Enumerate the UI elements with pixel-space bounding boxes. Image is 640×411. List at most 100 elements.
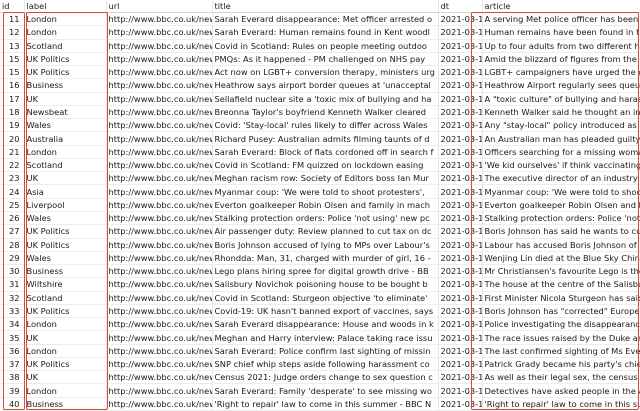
table-row[interactable]: 27UK Politicshttp://www.bbc.co.uk/news/\… [0,224,640,239]
table-row[interactable]: 37UK Politicshttp://www.bbc.co.uk/news/\… [0,357,640,372]
cell-label[interactable]: UK [24,92,107,106]
table-row[interactable]: 12Londonhttp://www.bbc.co.uk/news/\Sarah… [0,25,640,40]
table-row[interactable]: 30Businesshttp://www.bbc.co.uk/news/\Leg… [0,264,640,279]
cell-label[interactable]: Wales [24,211,107,226]
cell-id[interactable]: 40 [0,397,25,411]
cell-dt[interactable]: 2021-03-10 [438,158,483,173]
cell-label[interactable]: UK Politics [24,52,107,67]
cell-title[interactable]: Sellafield nuclear site a 'toxic mix of … [212,92,439,106]
cell-label[interactable]: Asia [24,184,107,199]
cell-id[interactable]: 35 [0,330,25,345]
table-row[interactable]: 24Asiahttp://www.bbc.co.uk/news/\Myanmar… [0,184,640,199]
cell-article[interactable]: 'Right to repair' law to come in this su… [482,397,640,411]
cell-url[interactable]: http://www.bbc.co.uk/news/\ [106,291,213,305]
cell-title[interactable]: Census 2021: Judge orders change to sex … [212,370,439,385]
cell-article[interactable]: Police investigating the disappearance o… [482,317,640,332]
table-row[interactable]: 17UKhttp://www.bbc.co.uk/news/\Sellafiel… [0,92,640,106]
cell-article[interactable]: A serving Met police officer has been ar… [482,12,640,27]
cell-title[interactable]: Sarah Everard: Human remains found in Ke… [212,25,439,40]
cell-id[interactable]: 20 [0,131,25,146]
cell-url[interactable]: http://www.bbc.co.uk/news/\ [106,397,213,411]
cell-dt[interactable]: 2021-03-10 [438,12,483,27]
cell-title[interactable]: PMQs: As it happened - PM challenged on … [212,52,439,67]
cell-dt[interactable]: 2021-03-10 [438,277,483,292]
cell-dt[interactable]: 2021-03-10 [438,330,483,345]
cell-url[interactable]: http://www.bbc.co.uk/news/\ [106,211,213,226]
table-row[interactable]: 25Liverpoolhttp://www.bbc.co.uk/news/\Ev… [0,198,640,212]
cell-title[interactable]: Rhondda: Man, 31, charged with murder of… [212,251,439,266]
cell-title[interactable]: Meghan racism row: Society of Editors bo… [212,171,439,186]
cell-article[interactable]: Heathrow Airport regularly sees queues o [482,78,640,93]
cell-article[interactable]: An Australian man has pleaded guilty to … [482,131,640,146]
cell-id[interactable]: 34 [0,317,25,332]
cell-url[interactable]: http://www.bbc.co.uk/news/\ [106,383,213,398]
cell-url[interactable]: http://www.bbc.co.uk/news/\ [106,264,213,279]
cell-id[interactable]: 32 [0,291,25,305]
cell-dt[interactable]: 2021-03-10 [438,383,483,398]
cell-title[interactable]: Heathrow says airport border queues at '… [212,78,439,93]
cell-dt[interactable]: 2021-03-10 [438,251,483,266]
table-row[interactable]: 19Waleshttp://www.bbc.co.uk/news/\Covid:… [0,118,640,133]
table-row[interactable]: 36Londonhttp://www.bbc.co.uk/news/\Sarah… [0,344,640,358]
cell-title[interactable]: Covid in Scotland: FM quizzed on lockdow… [212,158,439,173]
cell-url[interactable]: http://www.bbc.co.uk/news/\ [106,184,213,199]
cell-label[interactable]: Business [24,264,107,279]
cell-id[interactable]: 25 [0,198,25,212]
table-row[interactable]: 20Australiahttp://www.bbc.co.uk/news/\Ri… [0,131,640,146]
cell-url[interactable]: http://www.bbc.co.uk/news/\ [106,12,213,27]
table-row[interactable]: 13Scotlandhttp://www.bbc.co.uk/news/\Cov… [0,39,640,53]
cell-article[interactable]: Patrick Grady became his party's chief w… [482,357,640,372]
cell-article[interactable]: Boris Johnson has said he wants to cut a… [482,224,640,239]
cell-article[interactable]: Labour has accused Boris Johnson of lyin… [482,238,640,252]
cell-dt[interactable]: 2021-03-10 [438,131,483,146]
cell-article[interactable]: A "toxic culture" of bullying and harass… [482,92,640,106]
cell-url[interactable]: http://www.bbc.co.uk/news/\ [106,158,213,173]
table-row[interactable]: 29Waleshttp://www.bbc.co.uk/news/\Rhondd… [0,251,640,266]
cell-label[interactable]: Scotland [24,158,107,173]
cell-article[interactable]: Detectives have asked people in the area [482,383,640,398]
table-row[interactable]: 40Businesshttp://www.bbc.co.uk/news/\ 'Ri… [0,397,640,411]
cell-article[interactable]: Human remains have been found in the se [482,25,640,40]
cell-dt[interactable]: 2021-03-10 [438,291,483,305]
cell-url[interactable]: http://www.bbc.co.uk/news/\ [106,198,213,212]
cell-url[interactable]: http://www.bbc.co.uk/news/\ [106,118,213,133]
cell-article[interactable]: The house at the centre of the Salisbury… [482,277,640,292]
cell-article[interactable]: Myanmar coup: 'We were told to shoot pr [482,184,640,199]
table-row[interactable]: 15UK Politicshttp://www.bbc.co.uk/news/\… [0,52,640,67]
cell-title[interactable]: Sarah Everard: Family 'desperate' to see… [212,383,439,398]
cell-article[interactable]: The executive director of an industry bo… [482,171,640,186]
cell-dt[interactable]: 2021-03-10 [438,52,483,67]
cell-label[interactable]: Business [24,397,107,411]
table-row[interactable]: 22Scotlandhttp://www.bbc.co.uk/news/\Cov… [0,158,640,173]
cell-dt[interactable]: 2021-03-10 [438,370,483,385]
cell-url[interactable]: http://www.bbc.co.uk/news/\ [106,92,213,106]
table-row[interactable]: 33UK Politicshttp://www.bbc.co.uk/news/\… [0,304,640,319]
cell-id[interactable]: 22 [0,158,25,173]
table-row[interactable]: 26Waleshttp://www.bbc.co.uk/news/\Stalki… [0,211,640,226]
cell-dt[interactable]: 2021-03-10 [438,145,483,159]
cell-url[interactable]: http://www.bbc.co.uk/news/\ [106,330,213,345]
cell-id[interactable]: 15 [0,65,25,80]
table-row[interactable]: 34Londonhttp://www.bbc.co.uk/news/\Sarah… [0,317,640,332]
cell-url[interactable]: http://www.bbc.co.uk/news/\ [106,52,213,67]
cell-title[interactable]: Salisbury Novichok poisoning house to be… [212,277,439,292]
cell-label[interactable]: UK Politics [24,357,107,372]
cell-label[interactable]: Wales [24,118,107,133]
cell-id[interactable]: 30 [0,264,25,279]
cell-title[interactable]: Stalking protection orders: Police 'not … [212,211,439,226]
cell-id[interactable]: 31 [0,277,25,292]
cell-id[interactable]: 11 [0,12,25,27]
table-row[interactable]: 28UK Politicshttp://www.bbc.co.uk/news/\… [0,238,640,252]
cell-url[interactable]: http://www.bbc.co.uk/news/\ [106,344,213,358]
cell-article[interactable]: Up to four adults from two different hou… [482,39,640,53]
cell-dt[interactable]: 2021-03-10 [438,118,483,133]
cell-url[interactable]: http://www.bbc.co.uk/news/\ [106,251,213,266]
table-row[interactable]: 38UKhttp://www.bbc.co.uk/news/\Census 20… [0,370,640,385]
cell-label[interactable]: London [24,317,107,332]
table-row[interactable]: 18Newsbeathttp://www.bbc.co.uk/news/\Bre… [0,105,640,120]
table-row[interactable]: 21Londonhttp://www.bbc.co.uk/news/\Sarah… [0,145,640,159]
cell-label[interactable]: UK [24,171,107,186]
cell-title[interactable]: Covid: 'Stay-local' rules likely to diff… [212,118,439,133]
cell-id[interactable]: 29 [0,251,25,266]
cell-article[interactable]: Any "stay-local" policy introduced as lo… [482,118,640,133]
